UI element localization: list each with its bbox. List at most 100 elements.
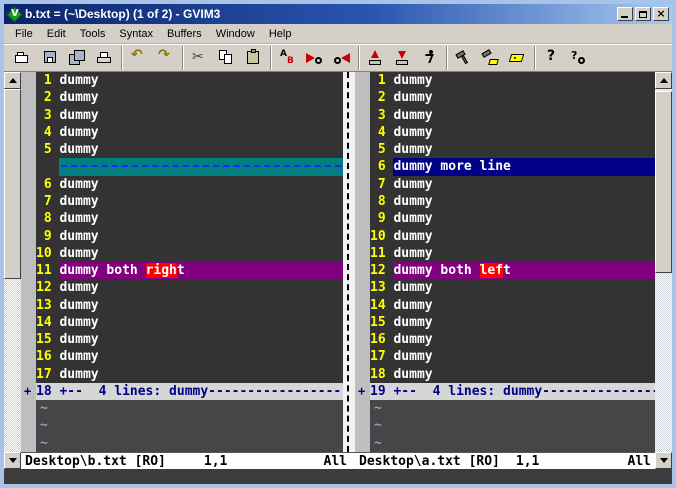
buffer-line[interactable]: 8dummy [36,210,343,227]
find-help-button[interactable] [566,46,591,70]
scrollbar-thumb[interactable] [655,91,672,273]
buffer-line[interactable]: 3dummy [36,107,343,124]
menu-file[interactable]: File [8,26,40,42]
save-session-button[interactable] [390,46,415,70]
find-replace-button[interactable] [275,46,300,70]
buffer-line[interactable]: 14dummy [36,314,343,331]
cut-icon [191,49,208,66]
buffer-line[interactable]: 5dummy [370,141,655,158]
fold-line[interactable]: 18+-- 4 lines: dummy--------------------… [36,383,343,400]
buffer-line[interactable]: 12dummy both left [370,262,655,279]
menu-help[interactable]: Help [262,26,299,42]
fold-open-marker[interactable]: + [358,384,365,398]
buffer-line[interactable]: 8dummy [370,193,655,210]
buffer-line[interactable]: 18dummy [370,366,655,383]
right-editor-pane[interactable]: + 1dummy2dummy3dummy4dummy5dummy6dummy m… [355,72,655,452]
scrollbar-track[interactable] [655,89,672,452]
left-scrollbar[interactable] [4,72,21,469]
buffer-line[interactable]: 9dummy [36,227,343,244]
scroll-up-button[interactable] [4,72,21,89]
buffer-line[interactable]: 4dummy [36,124,343,141]
command-line[interactable] [4,469,672,484]
buffer-line[interactable]: 7dummy [370,176,655,193]
buffer-line[interactable]: 3dummy [370,107,655,124]
buffer-line[interactable]: 9dummy [370,210,655,227]
buffer-line[interactable]: 11dummy [370,245,655,262]
line-number: 8 [36,211,59,226]
help-button[interactable] [539,46,564,70]
buffer-line[interactable]: 15dummy [370,314,655,331]
copy-button[interactable] [214,46,239,70]
menu-edit[interactable]: Edit [40,26,73,42]
line-text: dummy [393,72,655,89]
buffer-line[interactable]: 16dummy [36,348,343,365]
left-editor-pane[interactable]: + 1dummy2dummy3dummy4dummy5dummy6dummy7d… [21,72,343,452]
menu-tools[interactable]: Tools [73,26,113,42]
close-button[interactable]: × [653,7,669,21]
jump-to-tag-button[interactable] [505,46,530,70]
line-text: dummy [59,245,343,262]
save-all-button[interactable] [65,46,90,70]
buffer-line[interactable]: 16dummy [370,331,655,348]
title-bar[interactable]: b.txt = (~\Desktop) (1 of 2) - GVIM3 × [4,4,672,24]
buffer-line[interactable]: 1dummy [36,72,343,89]
buffer-line[interactable]: 17dummy [36,366,343,383]
line-text: +-- 4 lines: dummy----------------------… [393,383,655,400]
right-file-name: Desktop\a.txt [RO] [359,454,500,469]
redo-button[interactable] [153,46,178,70]
right-fold-column[interactable]: + [355,72,370,452]
buffer-line[interactable]: 6dummy more line [370,158,655,175]
buffer-line[interactable]: 12dummy [36,279,343,296]
menu-syntax[interactable]: Syntax [112,26,160,42]
make-button[interactable] [451,46,476,70]
scroll-down-button[interactable] [655,452,672,469]
fold-line[interactable]: 19+-- 4 lines: dummy--------------------… [370,383,655,400]
fold-open-marker[interactable]: + [24,384,31,398]
scrollbar-track[interactable] [4,89,21,452]
print-button[interactable] [92,46,117,70]
menu-window[interactable]: Window [209,26,262,42]
paste-button[interactable] [241,46,266,70]
buffer-line[interactable]: 1dummy [370,72,655,89]
tilde-line: ~ [370,435,655,452]
editor-area: + 1dummy2dummy3dummy4dummy5dummy6dummy7d… [4,72,672,469]
buffer-line[interactable]: 4dummy [370,124,655,141]
run-script-button[interactable] [417,46,442,70]
line-number: 2 [36,90,59,105]
build-tags-button[interactable] [478,46,503,70]
minimize-button[interactable] [617,7,633,21]
buffer-line[interactable]: 7dummy [36,193,343,210]
buffer-line[interactable]: 17dummy [370,348,655,365]
undo-button[interactable] [126,46,151,70]
vertical-split-separator[interactable] [343,72,355,452]
find-next-button[interactable] [302,46,327,70]
line-text: dummy [393,141,655,158]
cut-button[interactable] [187,46,212,70]
buffer-line[interactable]: 15dummy [36,331,343,348]
buffer-line[interactable]: 10dummy [370,227,655,244]
buffer-line[interactable]: 5dummy [36,141,343,158]
buffer-line[interactable]: 13dummy [36,296,343,313]
load-session-button[interactable] [363,46,388,70]
right-scrollbar[interactable] [655,72,672,469]
maximize-button[interactable] [635,7,651,21]
buffer-line[interactable]: 14dummy [370,296,655,313]
line-text: dummy [393,210,655,227]
left-fold-column[interactable]: + [21,72,36,452]
scroll-up-button[interactable] [655,72,672,89]
save-file-button[interactable] [38,46,63,70]
status-bar: Desktop\b.txt [RO] 1,1 All Desktop\a.txt… [21,452,655,469]
buffer-line[interactable]: 6dummy [36,176,343,193]
open-file-button[interactable] [11,46,36,70]
buffer-line[interactable]: 2dummy [370,89,655,106]
buffer-line[interactable]: 11dummy both right [36,262,343,279]
buffer-line[interactable]: 10dummy [36,245,343,262]
scroll-down-button[interactable] [4,452,21,469]
line-text: dummy [393,227,655,244]
scrollbar-thumb[interactable] [4,89,21,279]
line-text: dummy both right [59,262,343,279]
buffer-line[interactable]: 2dummy [36,89,343,106]
find-prev-button[interactable] [329,46,354,70]
menu-buffers[interactable]: Buffers [160,26,209,42]
buffer-line[interactable]: 13dummy [370,279,655,296]
